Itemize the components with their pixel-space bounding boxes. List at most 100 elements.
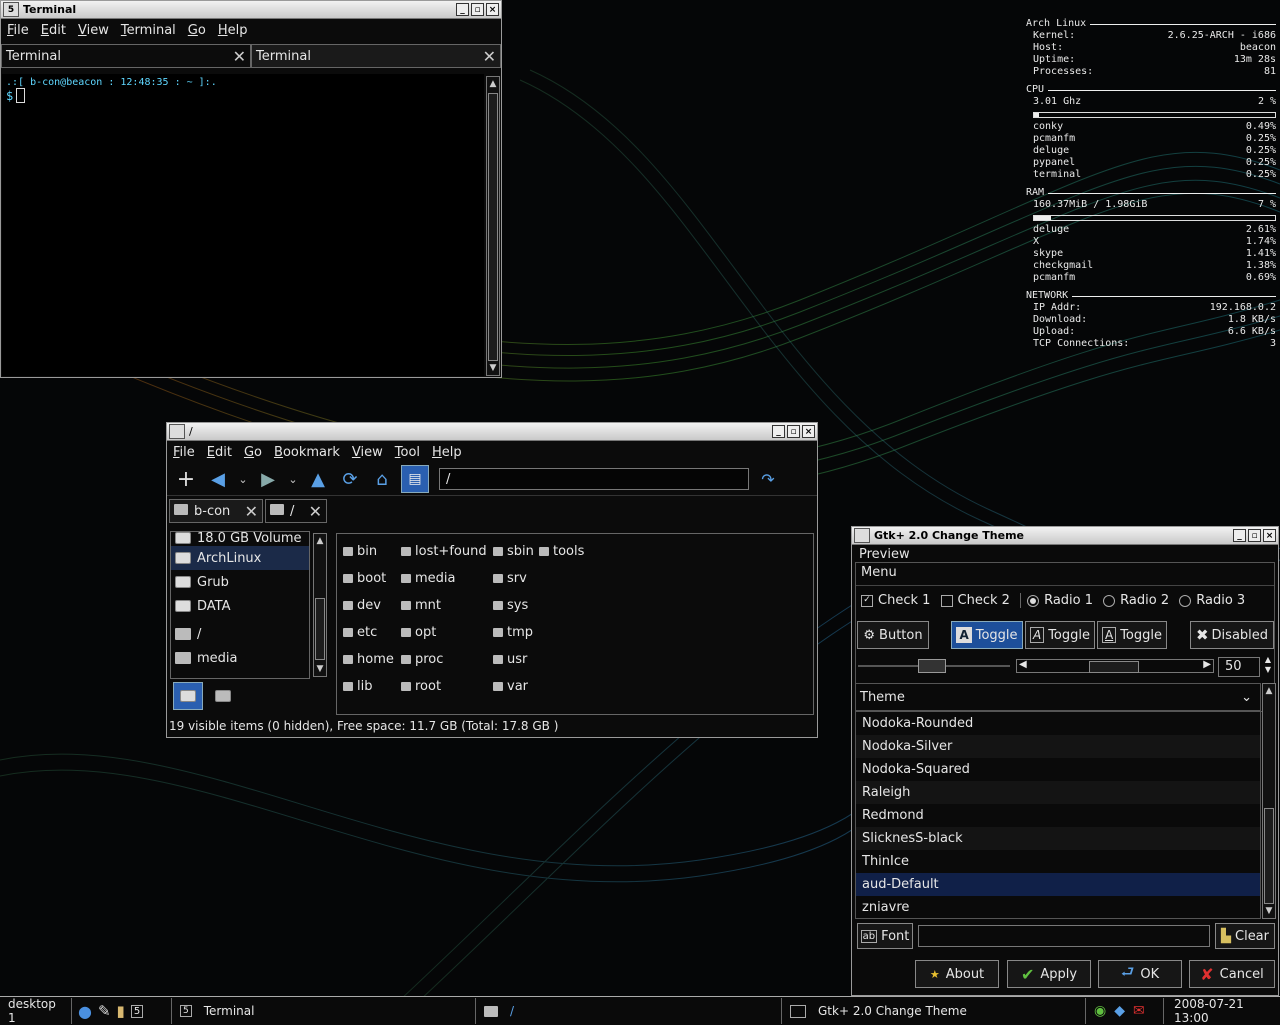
- horizontal-scrollbar[interactable]: ◀ ▶: [1016, 659, 1214, 673]
- scroll-up-icon[interactable]: ▲: [1263, 684, 1275, 698]
- terminal-tab-1[interactable]: Terminal ✕: [1, 44, 251, 68]
- file-item[interactable]: root: [401, 679, 441, 694]
- file-item[interactable]: home: [343, 652, 394, 667]
- theme-row[interactable]: SlicknesS-black: [856, 827, 1260, 850]
- gmail-tray-icon[interactable]: ✉: [1133, 1003, 1145, 1019]
- minimize-button[interactable]: _: [772, 425, 785, 438]
- file-tab-root[interactable]: / ✕: [265, 499, 327, 523]
- desktop-switcher[interactable]: desktop 1: [0, 997, 72, 1025]
- theme-row[interactable]: ThinIce: [856, 850, 1260, 873]
- radio-2[interactable]: Radio 2: [1103, 593, 1169, 608]
- menu-go[interactable]: Go: [182, 23, 212, 38]
- menu-edit[interactable]: Edit: [35, 23, 72, 38]
- scroll-left-icon[interactable]: ◀: [1019, 659, 1027, 670]
- file-item[interactable]: boot: [343, 571, 386, 586]
- close-tab-icon[interactable]: ✕: [233, 47, 246, 66]
- menu-tool[interactable]: Tool: [389, 445, 426, 460]
- apply-button[interactable]: ✔ Apply: [1007, 960, 1091, 988]
- about-button[interactable]: ★ About: [915, 960, 999, 988]
- close-tab-icon[interactable]: ✕: [245, 502, 258, 521]
- font-input[interactable]: [918, 925, 1210, 947]
- side-pane-mode-tree[interactable]: [209, 682, 237, 710]
- file-view[interactable]: bin boot dev etc home lib lost+found media mnt op…: [336, 533, 814, 715]
- file-item[interactable]: dev: [343, 598, 381, 613]
- theme-row[interactable]: Nodoka-Rounded: [856, 712, 1260, 735]
- side-item[interactable]: 18.0 GB Volume: [171, 532, 309, 546]
- editor-icon[interactable]: ✎: [98, 1002, 111, 1020]
- theme-list-scrollbar[interactable]: ▲ ▼: [1262, 683, 1276, 919]
- side-scrollbar[interactable]: ▲ ▼: [313, 533, 327, 677]
- spin-down-icon[interactable]: ▼: [1262, 665, 1274, 675]
- forward-history-icon[interactable]: ⌄: [287, 466, 299, 492]
- minimize-button[interactable]: _: [1233, 529, 1246, 542]
- menu-file[interactable]: File: [1, 23, 35, 38]
- theme-row[interactable]: Nodoka-Silver: [856, 735, 1260, 758]
- file-item[interactable]: media: [401, 571, 456, 586]
- terminal-launcher-icon[interactable]: 5: [130, 1004, 144, 1018]
- theme-row[interactable]: zniavre: [856, 896, 1260, 918]
- theme-row[interactable]: Raleigh: [856, 781, 1260, 804]
- menu-bookmark[interactable]: Bookmark: [268, 445, 346, 460]
- file-tab-bcon[interactable]: b-con ✕: [169, 499, 263, 523]
- menu-help[interactable]: Help: [426, 445, 468, 460]
- file-manager-titlebar[interactable]: / _ ▫ ×: [167, 423, 817, 441]
- maximize-button[interactable]: ▫: [1248, 529, 1261, 542]
- spin-input[interactable]: 50: [1218, 657, 1260, 677]
- terminal-scrollbar[interactable]: ▲ ▼: [486, 76, 500, 376]
- toggle-button-3[interactable]: A Toggle: [1097, 621, 1167, 649]
- terminal-tab-2[interactable]: Terminal ✕: [251, 44, 501, 68]
- close-button[interactable]: ×: [1263, 529, 1276, 542]
- toggle-sidebar-icon[interactable]: ▤: [401, 465, 429, 493]
- close-button[interactable]: ×: [486, 3, 499, 16]
- toggle-button-1[interactable]: A Toggle: [951, 621, 1023, 649]
- up-icon[interactable]: ▲: [305, 466, 331, 492]
- location-input[interactable]: /: [439, 468, 749, 490]
- menu-terminal[interactable]: Terminal: [115, 23, 182, 38]
- scroll-up-icon[interactable]: ▲: [314, 534, 326, 548]
- scroll-up-icon[interactable]: ▲: [487, 77, 499, 91]
- close-tab-icon[interactable]: ✕: [309, 502, 322, 521]
- maximize-button[interactable]: ▫: [787, 425, 800, 438]
- theme-list[interactable]: Theme ⌄ Nodoka-Rounded Nodoka-Silver Nodok…: [855, 683, 1261, 919]
- file-item[interactable]: tools: [539, 544, 584, 559]
- file-item[interactable]: srv: [493, 571, 527, 586]
- new-tab-icon[interactable]: +: [173, 466, 199, 492]
- file-item[interactable]: lib: [343, 679, 372, 694]
- radio-3[interactable]: Radio 3: [1179, 593, 1245, 608]
- spin-arrows[interactable]: ▲ ▼: [1262, 655, 1274, 677]
- file-item[interactable]: proc: [401, 652, 443, 667]
- minimize-button[interactable]: _: [456, 3, 469, 16]
- file-item[interactable]: lost+found: [401, 544, 487, 559]
- radio-1[interactable]: Radio 1: [1027, 593, 1093, 608]
- menu-help[interactable]: Help: [212, 23, 254, 38]
- gtk-theme-titlebar[interactable]: Gtk+ 2.0 Change Theme _ ▫ ×: [852, 527, 1278, 545]
- toggle-button-2[interactable]: A Toggle: [1025, 621, 1095, 649]
- file-item[interactable]: usr: [493, 652, 527, 667]
- task-file-manager[interactable]: /: [476, 998, 782, 1024]
- file-item[interactable]: bin: [343, 544, 377, 559]
- side-item[interactable]: media: [171, 646, 309, 670]
- file-item[interactable]: sbin: [493, 544, 534, 559]
- file-item[interactable]: sys: [493, 598, 528, 613]
- menu-edit[interactable]: Edit: [201, 445, 238, 460]
- reload-icon[interactable]: ⟳: [337, 466, 363, 492]
- cancel-button[interactable]: ✘ Cancel: [1189, 960, 1275, 988]
- menu-view[interactable]: View: [346, 445, 389, 460]
- scrollbar-thumb[interactable]: [1089, 661, 1139, 673]
- horizontal-slider[interactable]: [858, 659, 1010, 673]
- side-item[interactable]: ArchLinux: [171, 546, 309, 570]
- menu-file[interactable]: File: [167, 445, 201, 460]
- preview-menu[interactable]: Menu: [861, 565, 897, 580]
- file-item[interactable]: tmp: [493, 625, 533, 640]
- theme-row[interactable]: Nodoka-Squared: [856, 758, 1260, 781]
- check-1[interactable]: ✓ Check 1: [861, 593, 930, 608]
- theme-row[interactable]: Redmond: [856, 804, 1260, 827]
- close-button[interactable]: ×: [802, 425, 815, 438]
- scroll-down-icon[interactable]: ▼: [487, 361, 499, 375]
- book-icon[interactable]: ▮: [117, 1002, 125, 1020]
- globe-icon[interactable]: ●: [78, 1002, 92, 1021]
- terminal-titlebar[interactable]: 5 Terminal _ ▫ ×: [1, 1, 501, 19]
- menu-go[interactable]: Go: [238, 445, 268, 460]
- preview-button[interactable]: ⚙ Button: [857, 621, 929, 649]
- spin-up-icon[interactable]: ▲: [1262, 655, 1274, 665]
